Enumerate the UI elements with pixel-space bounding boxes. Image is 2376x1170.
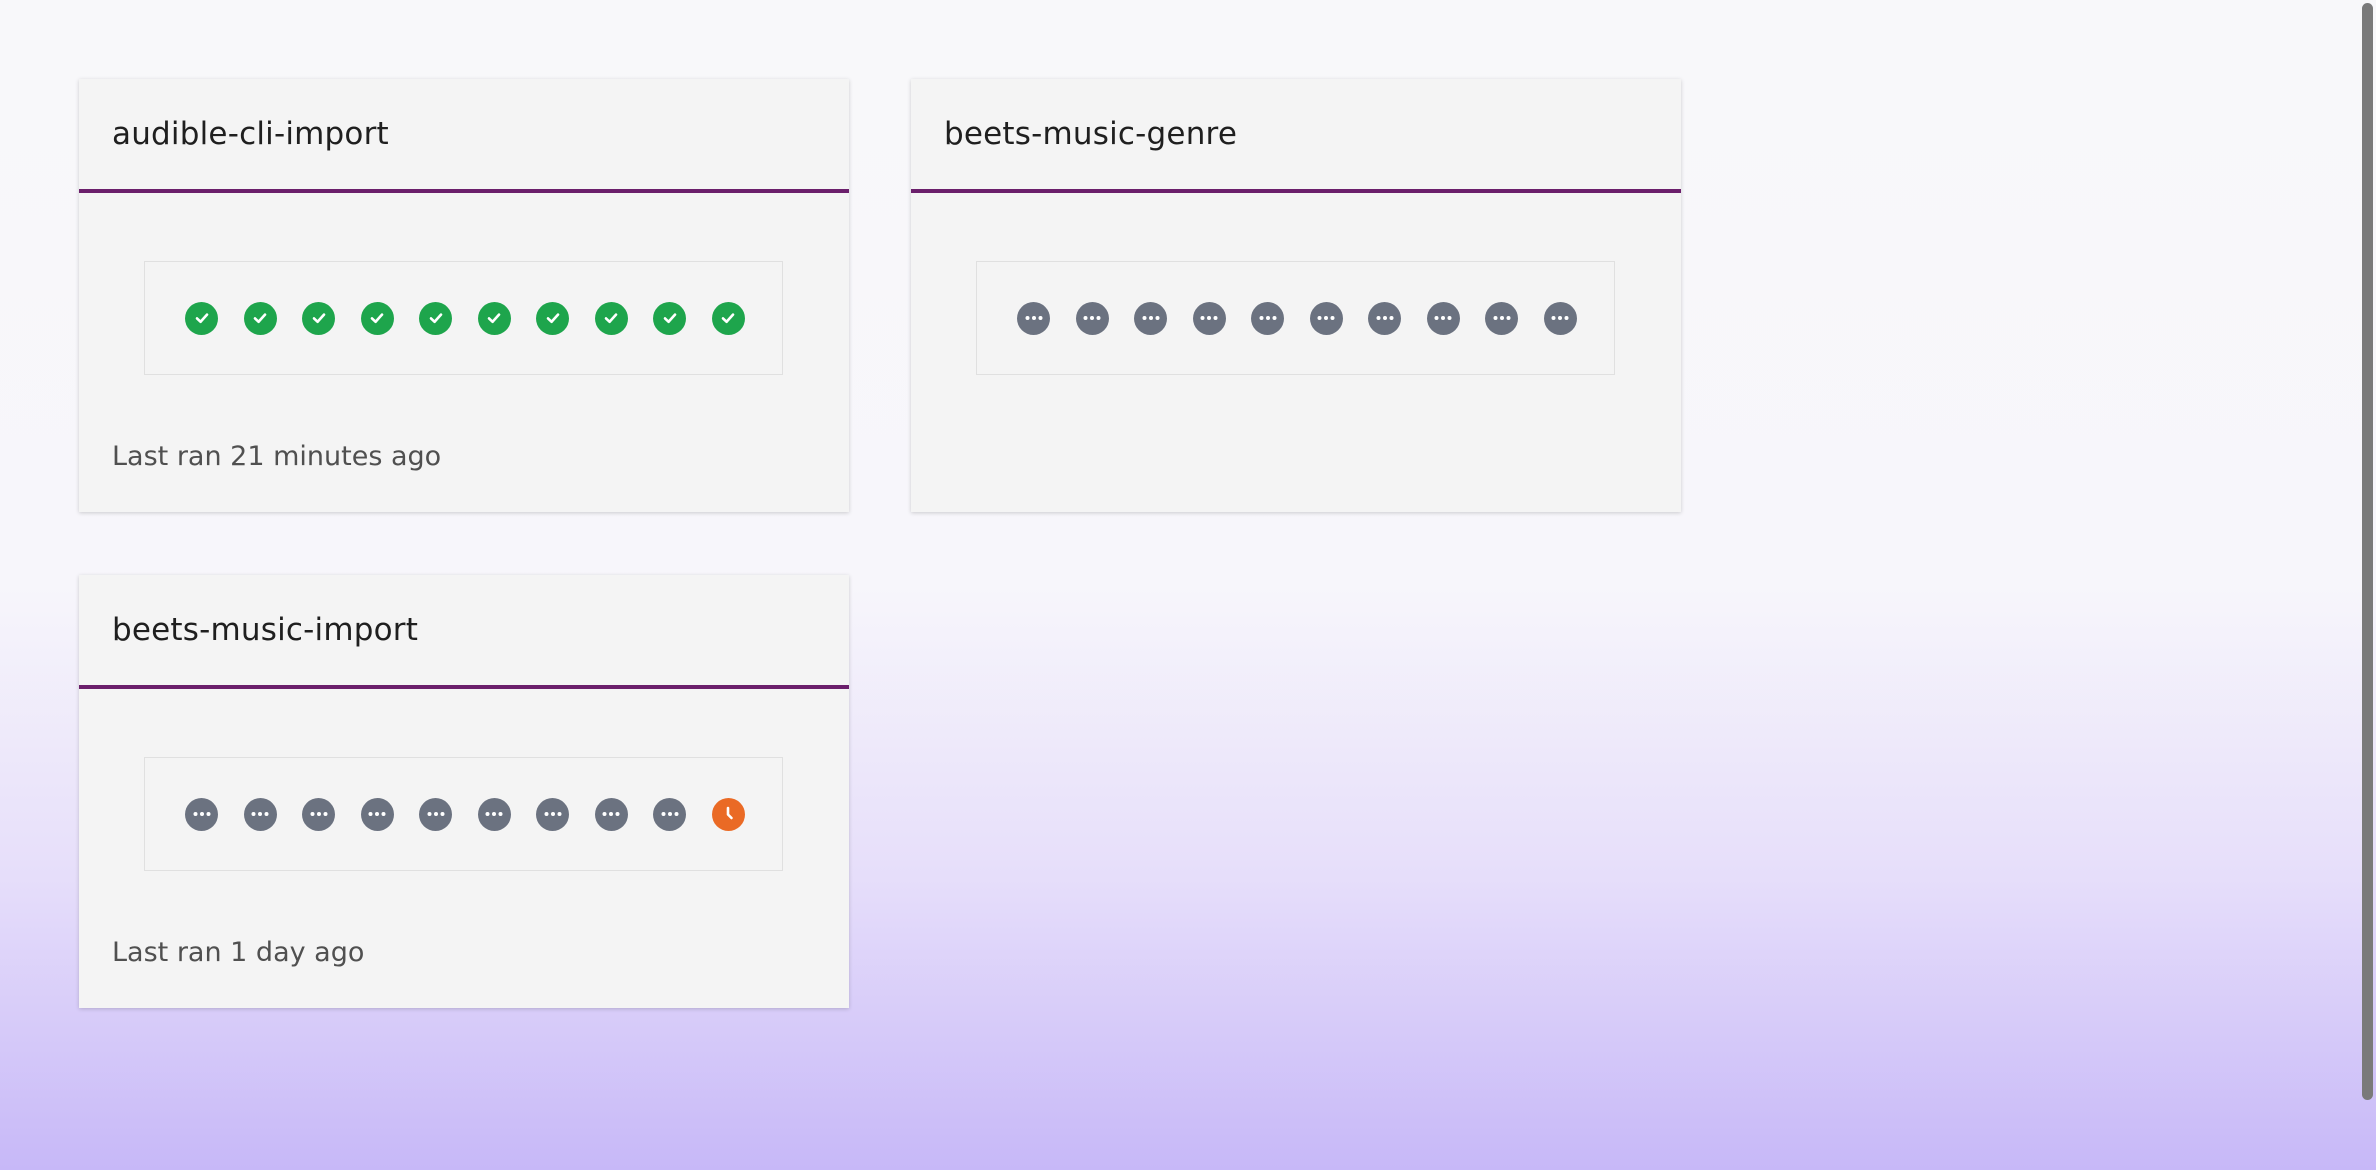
check-circle-icon[interactable] [360, 301, 394, 335]
check-circle-icon[interactable] [419, 301, 452, 335]
ellipsis-circle-icon[interactable] [243, 797, 277, 831]
job-card-beets-music-genre[interactable]: beets-music-genre [911, 79, 1681, 512]
check-circle-icon[interactable] [243, 301, 277, 335]
run-history [144, 757, 783, 871]
ellipsis-circle-icon[interactable] [536, 797, 569, 831]
ellipsis-circle-icon[interactable] [1017, 301, 1050, 335]
ellipsis-circle-icon[interactable] [1192, 301, 1226, 335]
ellipsis-circle-icon[interactable] [185, 797, 218, 831]
run-history [976, 261, 1615, 375]
card-header: audible-cli-import [79, 79, 849, 193]
run-history [144, 261, 783, 375]
ellipsis-circle-icon[interactable] [1309, 301, 1343, 335]
job-title[interactable]: beets-music-import [112, 612, 418, 648]
job-card-beets-music-import[interactable]: beets-music-import Last ran 1 day ago [79, 575, 849, 1008]
check-circle-icon[interactable] [302, 301, 335, 335]
job-title[interactable]: audible-cli-import [112, 116, 389, 152]
check-circle-icon[interactable] [594, 301, 628, 335]
ellipsis-circle-icon[interactable] [1485, 301, 1518, 335]
check-circle-icon[interactable] [711, 301, 745, 335]
ellipsis-circle-icon[interactable] [1426, 301, 1460, 335]
ellipsis-circle-icon[interactable] [360, 797, 394, 831]
ellipsis-circle-icon[interactable] [594, 797, 628, 831]
last-ran-text: Last ran 21 minutes ago [112, 441, 442, 472]
job-title[interactable]: beets-music-genre [944, 116, 1237, 152]
ellipsis-circle-icon[interactable] [302, 797, 335, 831]
clock-icon[interactable] [711, 797, 745, 831]
ellipsis-circle-icon[interactable] [1368, 301, 1401, 335]
check-circle-icon[interactable] [185, 301, 218, 335]
job-card-audible-cli-import[interactable]: audible-cli-import Last ran 21 minutes a… [79, 79, 849, 512]
check-circle-icon[interactable] [536, 301, 569, 335]
ellipsis-circle-icon[interactable] [1251, 301, 1284, 335]
ellipsis-circle-icon[interactable] [653, 797, 686, 831]
page-scrollbar[interactable] [2358, 0, 2376, 1170]
card-header: beets-music-import [79, 575, 849, 689]
scrollbar-thumb[interactable] [2362, 3, 2373, 1100]
last-ran-text: Last ran 1 day ago [112, 937, 365, 968]
card-header: beets-music-genre [911, 79, 1681, 193]
check-circle-icon[interactable] [477, 301, 511, 335]
ellipsis-circle-icon[interactable] [1075, 301, 1109, 335]
ellipsis-circle-icon[interactable] [477, 797, 511, 831]
ellipsis-circle-icon[interactable] [419, 797, 452, 831]
ellipsis-circle-icon[interactable] [1543, 301, 1577, 335]
ellipsis-circle-icon[interactable] [1134, 301, 1167, 335]
check-circle-icon[interactable] [653, 301, 686, 335]
